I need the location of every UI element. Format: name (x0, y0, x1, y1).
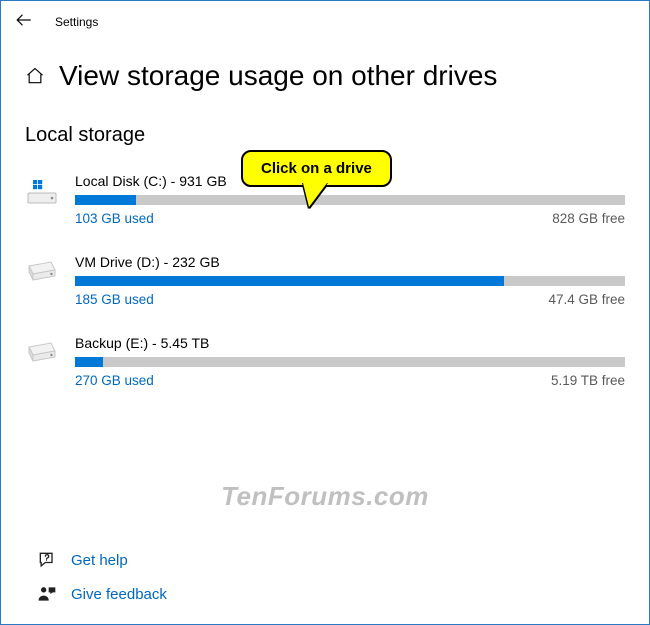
drive-item[interactable]: Backup (E:) - 5.45 TB 270 GB used 5.19 TB … (25, 323, 625, 404)
storage-bar (75, 195, 625, 205)
back-button[interactable] (15, 11, 33, 32)
storage-bar (75, 276, 625, 286)
drive-free: 828 GB free (552, 211, 625, 226)
drive-used: 185 GB used (75, 292, 154, 307)
drive-item[interactable]: VM Drive (D:) - 232 GB 185 GB used 47.4 GB… (25, 242, 625, 323)
storage-bar-fill (75, 357, 103, 367)
get-help-link[interactable]: Get help (37, 550, 167, 570)
give-feedback-label: Give feedback (71, 586, 167, 603)
drive-icon (25, 173, 59, 207)
drive-used: 270 GB used (75, 373, 154, 388)
instruction-callout: Click on a drive (241, 150, 392, 187)
storage-bar-fill (75, 276, 504, 286)
storage-bar (75, 357, 625, 367)
storage-bar-fill (75, 195, 136, 205)
title-bar: Settings (1, 1, 649, 40)
drive-used: 103 GB used (75, 211, 154, 226)
drive-stats: 185 GB used 47.4 GB free (75, 292, 625, 307)
drive-stats: 270 GB used 5.19 TB free (75, 373, 625, 388)
drive-free: 5.19 TB free (551, 373, 625, 388)
drive-body: Backup (E:) - 5.45 TB 270 GB used 5.19 TB … (75, 335, 625, 388)
help-icon (37, 550, 57, 570)
footer-links: Get help Give feedback (37, 550, 167, 604)
feedback-icon (37, 584, 57, 604)
home-icon[interactable] (25, 66, 45, 86)
drive-free: 47.4 GB free (548, 292, 625, 307)
drive-name: VM Drive (D:) - 232 GB (75, 254, 625, 270)
heading-row: View storage usage on other drives (1, 40, 649, 98)
get-help-label: Get help (71, 552, 128, 569)
page-title: View storage usage on other drives (59, 60, 497, 92)
drive-name: Backup (E:) - 5.45 TB (75, 335, 625, 351)
app-title: Settings (55, 15, 98, 29)
drive-icon (25, 254, 59, 288)
watermark-text: TenForums.com (1, 481, 649, 512)
give-feedback-link[interactable]: Give feedback (37, 584, 167, 604)
drive-icon (25, 335, 59, 369)
drive-body: VM Drive (D:) - 232 GB 185 GB used 47.4 GB… (75, 254, 625, 307)
drive-stats: 103 GB used 828 GB free (75, 211, 625, 226)
